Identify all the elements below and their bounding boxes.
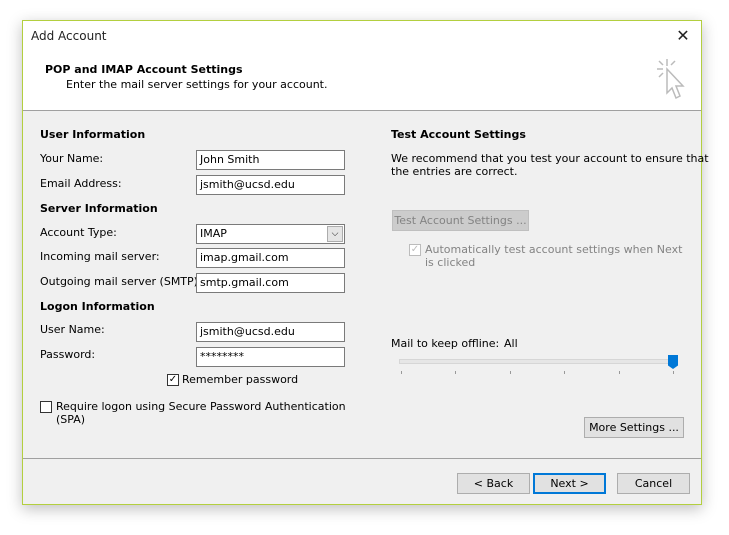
password-label: Password: bbox=[40, 348, 96, 361]
offline-slider[interactable] bbox=[399, 354, 679, 376]
user-name-input[interactable]: jsmith@ucsd.edu bbox=[196, 322, 345, 342]
slider-track bbox=[399, 359, 677, 364]
email-label: Email Address: bbox=[40, 177, 122, 190]
spa-label-cont: (SPA) bbox=[56, 413, 86, 426]
add-account-dialog: Add Account ✕ POP and IMAP Account Setti… bbox=[22, 20, 709, 505]
next-button[interactable]: Next > bbox=[533, 473, 606, 494]
close-icon[interactable]: ✕ bbox=[671, 24, 695, 48]
account-type-value: IMAP bbox=[200, 227, 227, 240]
offline-value: All bbox=[504, 337, 518, 350]
your-name-input[interactable]: John Smith bbox=[196, 150, 345, 170]
slider-tick bbox=[455, 371, 457, 374]
cancel-button[interactable]: Cancel bbox=[617, 473, 690, 494]
user-name-label: User Name: bbox=[40, 323, 105, 336]
more-settings-button[interactable]: More Settings ... bbox=[584, 417, 684, 438]
account-type-select[interactable]: IMAP ⌵ bbox=[196, 224, 345, 244]
incoming-server-input[interactable]: imap.gmail.com bbox=[196, 248, 345, 268]
slider-tick bbox=[401, 371, 402, 374]
page-title: POP and IMAP Account Settings bbox=[45, 63, 243, 76]
user-info-heading: User Information bbox=[40, 128, 146, 141]
test-heading: Test Account Settings bbox=[391, 128, 526, 141]
spa-checkbox[interactable] bbox=[40, 401, 52, 413]
title-bar: Add Account ✕ bbox=[23, 21, 701, 51]
slider-tick bbox=[673, 371, 674, 374]
incoming-server-label: Incoming mail server: bbox=[40, 250, 160, 263]
remember-password-label[interactable]: Remember password bbox=[182, 373, 298, 386]
dialog-header: POP and IMAP Account Settings Enter the … bbox=[23, 51, 701, 111]
account-type-label: Account Type: bbox=[40, 226, 117, 239]
password-input[interactable]: ******** bbox=[196, 347, 345, 367]
logon-info-heading: Logon Information bbox=[40, 300, 155, 313]
offline-label: Mail to keep offline: bbox=[391, 337, 500, 350]
your-name-label: Your Name: bbox=[40, 152, 104, 165]
slider-thumb[interactable] bbox=[668, 355, 678, 369]
test-description: We recommend that you test your account … bbox=[391, 152, 709, 165]
page-subtitle: Enter the mail server settings for your … bbox=[66, 78, 328, 91]
server-info-heading: Server Information bbox=[40, 202, 158, 215]
spa-label[interactable]: Require logon using Secure Password Auth… bbox=[56, 400, 346, 413]
email-input[interactable]: jsmith@ucsd.edu bbox=[196, 175, 345, 195]
test-account-settings-button[interactable]: Test Account Settings ... bbox=[392, 210, 529, 231]
slider-tick bbox=[564, 371, 566, 374]
remember-password-checkbox[interactable]: ✓ bbox=[167, 374, 179, 386]
footer-divider bbox=[23, 458, 701, 459]
auto-test-checkbox[interactable]: ✓ bbox=[409, 244, 421, 256]
auto-test-label-cont: is clicked bbox=[425, 256, 476, 269]
chevron-down-icon[interactable]: ⌵ bbox=[327, 226, 343, 242]
outgoing-server-input[interactable]: smtp.gmail.com bbox=[196, 273, 345, 293]
test-description-cont: the entries are correct. bbox=[391, 165, 518, 178]
slider-tick bbox=[618, 371, 620, 374]
back-button[interactable]: < Back bbox=[457, 473, 530, 494]
window-title: Add Account bbox=[31, 29, 107, 43]
auto-test-label: Automatically test account settings when… bbox=[425, 243, 683, 256]
cursor-click-icon bbox=[657, 59, 685, 100]
outgoing-server-label: Outgoing mail server (SMTP): bbox=[40, 275, 202, 288]
slider-tick bbox=[509, 371, 511, 374]
